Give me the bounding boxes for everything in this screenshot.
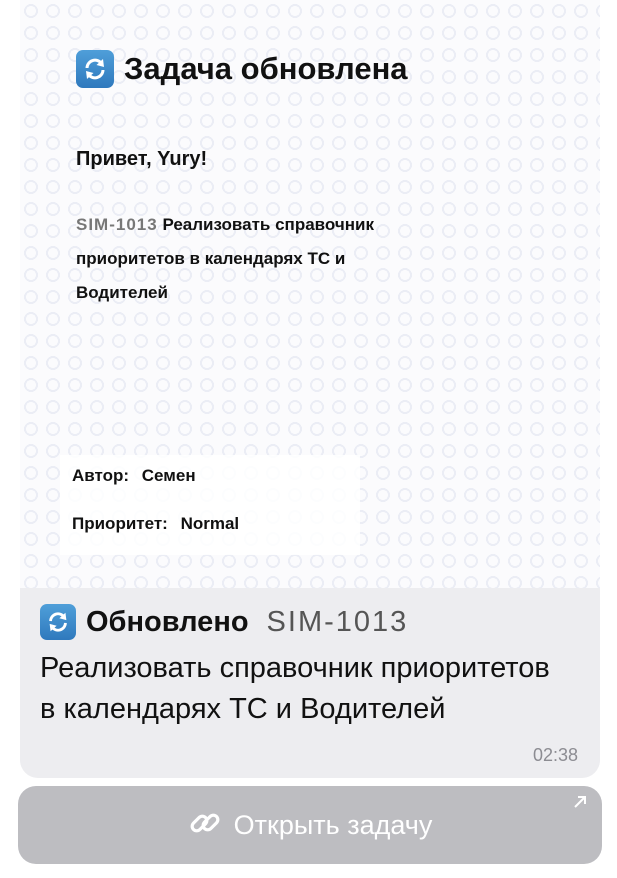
author-row: Автор: Семен bbox=[72, 466, 196, 486]
task-key: SIM-1013 bbox=[76, 208, 158, 242]
message-body: Реализовать справочник приоритетов в кал… bbox=[40, 652, 550, 725]
refresh-icon bbox=[76, 50, 114, 88]
message-heading-text: Обновлено bbox=[86, 605, 249, 638]
arrow-up-right-icon bbox=[572, 794, 588, 815]
open-task-label: Открыть задачу bbox=[233, 809, 433, 840]
notification-card: Задача обновлена Привет, Yury! SIM-1013 … bbox=[20, 0, 600, 588]
refresh-icon bbox=[40, 604, 76, 640]
message-bubble: Задача обновлена Привет, Yury! SIM-1013 … bbox=[20, 0, 600, 778]
open-task-button[interactable]: Открыть задачу bbox=[18, 786, 602, 864]
priority-label: Приоритет: bbox=[72, 514, 168, 533]
link-icon bbox=[188, 806, 222, 845]
priority-value: Normal bbox=[180, 514, 240, 533]
message-task-key: SIM-1013 bbox=[266, 605, 409, 639]
task-description: SIM-1013 Реализовать справочник приорите… bbox=[76, 208, 436, 310]
author-value: Семен bbox=[141, 466, 196, 485]
greeting: Привет, Yury! bbox=[76, 148, 208, 170]
card-title-text: Задача обновлена bbox=[124, 51, 408, 86]
priority-row: Приоритет: Normal bbox=[72, 514, 239, 534]
message-time: 02:38 bbox=[532, 745, 578, 765]
message-heading: Обновлено SIM-1013 bbox=[40, 604, 409, 640]
card-title: Задача обновлена bbox=[76, 50, 408, 88]
author-label: Автор: bbox=[72, 466, 130, 485]
